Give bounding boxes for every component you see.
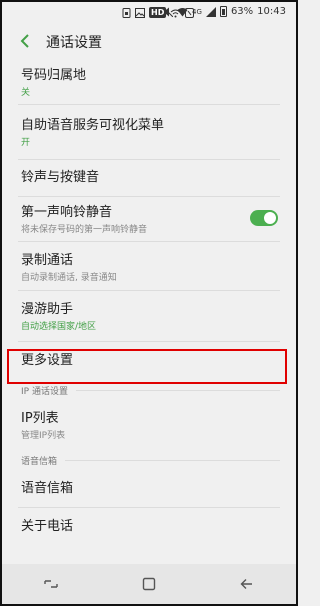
setting-ringtones[interactable]: 铃声与按键音 <box>2 160 296 196</box>
setting-ip-list[interactable]: IP列表 管理IP列表 <box>2 401 296 449</box>
setting-value: 关 <box>21 88 31 98</box>
recent-apps-button[interactable] <box>31 572 71 596</box>
home-icon <box>142 577 156 591</box>
toggle-knob <box>263 211 277 225</box>
battery-icon <box>219 6 227 17</box>
setting-title: 更多设置 <box>21 353 74 368</box>
section-line <box>65 459 280 461</box>
battery-percent: 63% <box>230 6 254 17</box>
setting-about-phone[interactable]: 关于电话 <box>2 508 296 546</box>
setting-description: 管理IP列表 <box>21 431 66 441</box>
section-label: 语音信箱 <box>21 456 58 467</box>
setting-value: 自动选择国家/地区 <box>21 322 97 332</box>
setting-title: 语音信箱 <box>21 481 74 496</box>
status-bar: HD 4G 63% 10:43 <box>2 2 296 24</box>
setting-title: 第一声响铃静音 <box>21 205 113 220</box>
section-header-ip: IP 通话设置 <box>2 379 296 401</box>
setting-title: IP列表 <box>21 411 59 426</box>
section-header-voicemail: 语音信箱 <box>2 449 296 471</box>
setting-title: 录制通话 <box>21 253 74 268</box>
setting-description: 将未保存号码的第一声响铃静音 <box>21 225 148 235</box>
setting-roaming-assistant[interactable]: 漫游助手 自动选择国家/地区 <box>2 291 296 341</box>
back-icon <box>240 579 252 589</box>
setting-value: 开 <box>21 138 31 148</box>
setting-record-calls[interactable]: 录制通话 自动录制通话, 录音通知 <box>2 242 296 290</box>
setting-more-settings[interactable]: 更多设置 <box>2 342 296 379</box>
section-label: IP 通话设置 <box>21 386 68 397</box>
wifi-icon <box>177 7 188 16</box>
setting-title: 铃声与按键音 <box>21 170 100 185</box>
setting-title: 自助语音服务可视化菜单 <box>21 118 165 133</box>
signal-icon <box>205 6 216 17</box>
back-button[interactable] <box>227 572 267 596</box>
section-line <box>75 389 280 391</box>
clock: 10:43 <box>257 6 286 17</box>
page-title: 通话设置 <box>46 35 102 51</box>
recent-apps-icon <box>44 580 58 588</box>
setting-voicemail[interactable]: 语音信箱 <box>2 471 296 507</box>
setting-home-location[interactable]: 号码归属地 关 <box>2 60 296 104</box>
setting-description: 自动录制通话, 录音通知 <box>21 273 117 283</box>
back-arrow-icon[interactable] <box>16 31 36 51</box>
sim-icon <box>122 7 131 18</box>
setting-first-ring-mute[interactable]: 第一声响铃静音 将未保存号码的第一声响铃静音 <box>2 197 296 241</box>
first-ring-mute-toggle[interactable] <box>250 210 278 226</box>
settings-list: 号码归属地 关 自助语音服务可视化菜单 开 铃声与按键音 第一声响铃静音 将未保… <box>2 60 296 546</box>
mute-icon <box>163 6 174 17</box>
network-type: 4G <box>192 7 202 16</box>
image-icon <box>135 7 145 18</box>
status-right-icons: 4G 63% 10:43 <box>163 6 286 17</box>
app-header: 通话设置 <box>2 24 296 60</box>
phone-screen: HD 4G 63% 10:43 通话设置 号码归属地 关 自助语音服务可视化菜单 <box>0 0 298 606</box>
navigation-bar <box>2 564 296 604</box>
home-button[interactable] <box>129 572 169 596</box>
setting-title: 号码归属地 <box>21 68 87 83</box>
setting-self-service-menu[interactable]: 自助语音服务可视化菜单 开 <box>2 105 296 159</box>
setting-title: 漫游助手 <box>21 302 74 317</box>
setting-title: 关于电话 <box>21 519 74 534</box>
